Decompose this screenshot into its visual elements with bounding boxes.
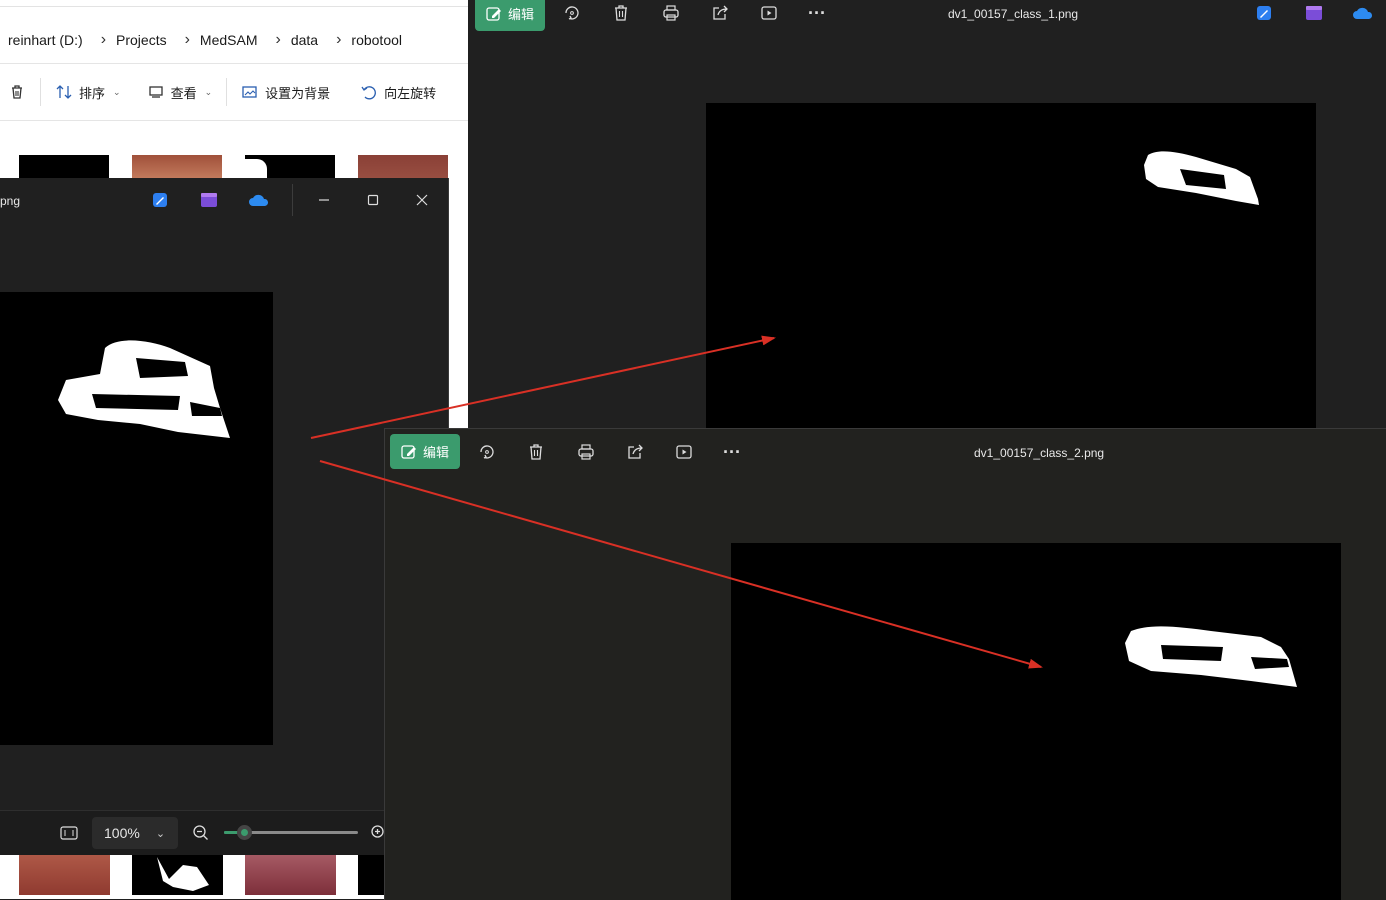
view-label: 查看 [170, 85, 197, 101]
sort-label: 排序 [79, 85, 106, 101]
zoom-control-bar: 100% ⌄ [0, 810, 384, 855]
onedrive-icon[interactable] [1351, 1, 1375, 25]
file-thumbnail[interactable] [132, 155, 222, 178]
breadcrumb: reinhart (D:) › Projects › MedSAM › data… [0, 20, 468, 60]
rotate-icon[interactable] [560, 1, 584, 25]
sort-button[interactable]: 排序 ⌄ [47, 76, 129, 108]
maximize-button[interactable] [361, 188, 385, 212]
explorer-thumbnail-strip [0, 853, 384, 899]
photo-viewer-window-left: png [0, 178, 449, 853]
toolbar-divider [226, 78, 228, 106]
set-background-icon [242, 86, 257, 98]
image-creator-icon[interactable] [148, 188, 172, 212]
file-thumbnail[interactable] [245, 853, 336, 895]
more-options-icon[interactable]: ··· [805, 1, 829, 25]
chevron-right-icon: › [336, 31, 342, 48]
share-icon[interactable] [708, 1, 732, 25]
zoom-out-icon[interactable] [189, 821, 213, 845]
image-canvas [0, 292, 273, 745]
photo-viewer-window-bottom: 编辑 ··· dv1_00157_class_2.png [384, 428, 1386, 900]
slider-thumb-dot [241, 829, 248, 836]
mask-shape [1125, 626, 1297, 687]
print-icon[interactable] [659, 1, 683, 25]
edit-image-icon [486, 6, 501, 21]
slideshow-icon[interactable] [757, 1, 781, 25]
edit-label: 编辑 [507, 7, 534, 22]
explorer-title-strip [0, 0, 468, 7]
zoom-slider[interactable] [224, 825, 358, 840]
breadcrumb-item-data[interactable]: data [291, 32, 318, 48]
edit-image-icon [401, 444, 416, 459]
mask-shape [245, 159, 267, 178]
image-canvas [706, 103, 1316, 428]
edit-button[interactable]: 编辑 [475, 0, 545, 31]
sort-icon [56, 85, 72, 99]
share-icon[interactable] [623, 440, 647, 464]
file-thumbnail[interactable] [245, 155, 335, 178]
view-button[interactable]: 查看 ⌄ [139, 76, 221, 108]
trash-icon [12, 85, 22, 99]
window-title: dv1_00157_class_1.png [948, 7, 1079, 21]
explorer-command-bar: 排序 ⌄ 查看 ⌄ 设置为背景 向左旋转 [0, 63, 468, 121]
onedrive-icon[interactable] [247, 188, 271, 212]
chevron-down-icon: ⌄ [204, 86, 213, 97]
rotate-left-button[interactable]: 向左旋转 [352, 76, 444, 108]
chevron-right-icon: › [184, 31, 190, 48]
delete-icon[interactable] [609, 1, 633, 25]
zoom-value: 100% [104, 825, 140, 841]
rotate-left-label: 向左旋转 [384, 85, 437, 101]
zoom-slider-thumb[interactable] [237, 825, 252, 840]
file-thumbnail[interactable] [132, 853, 223, 895]
breadcrumb-item-projects[interactable]: Projects [116, 32, 167, 48]
rotate-icon[interactable] [475, 440, 499, 464]
titlebar-divider [292, 184, 293, 216]
monitor-icon [148, 86, 163, 98]
mask-shape [157, 857, 209, 891]
window-title: png [0, 194, 21, 208]
rotate-left-icon [361, 86, 377, 100]
minimize-button[interactable] [312, 188, 336, 212]
file-thumbnail[interactable] [19, 155, 109, 178]
more-options-icon[interactable]: ··· [720, 440, 744, 464]
chevron-right-icon: › [100, 31, 107, 48]
fit-to-window-icon[interactable] [57, 821, 81, 845]
chevron-down-icon: ⌄ [155, 827, 166, 840]
toolbar-divider [40, 78, 41, 106]
clipchamp-icon[interactable] [197, 188, 221, 212]
delete-button[interactable] [0, 76, 34, 108]
image-creator-icon[interactable] [1252, 1, 1276, 25]
zoom-dropdown[interactable]: 100% ⌄ [92, 817, 178, 849]
file-thumbnail[interactable] [19, 853, 110, 895]
set-background-label: 设置为背景 [265, 85, 331, 101]
chevron-right-icon: › [275, 31, 281, 48]
breadcrumb-item-medsam[interactable]: MedSAM [200, 32, 258, 48]
image-canvas [731, 543, 1341, 900]
edit-label: 编辑 [422, 445, 449, 460]
close-button[interactable] [410, 188, 434, 212]
breadcrumb-item-drive[interactable]: reinhart (D:) [0, 32, 83, 48]
mask-shape [1144, 151, 1259, 205]
photo-viewer-window-top: 编辑 ··· dv1_00157_class_1.png [470, 0, 1386, 428]
clipchamp-icon[interactable] [1302, 1, 1326, 25]
chevron-down-icon: ⌄ [113, 86, 121, 97]
edit-button[interactable]: 编辑 [390, 434, 460, 469]
slideshow-icon[interactable] [672, 440, 696, 464]
breadcrumb-item-robotool[interactable]: robotool [351, 32, 402, 48]
mask-shape [58, 340, 230, 438]
print-icon[interactable] [574, 440, 598, 464]
file-thumbnail[interactable] [358, 853, 384, 895]
window-title: dv1_00157_class_2.png [974, 446, 1105, 460]
set-as-background-button[interactable]: 设置为背景 [233, 76, 338, 108]
delete-icon[interactable] [524, 440, 548, 464]
